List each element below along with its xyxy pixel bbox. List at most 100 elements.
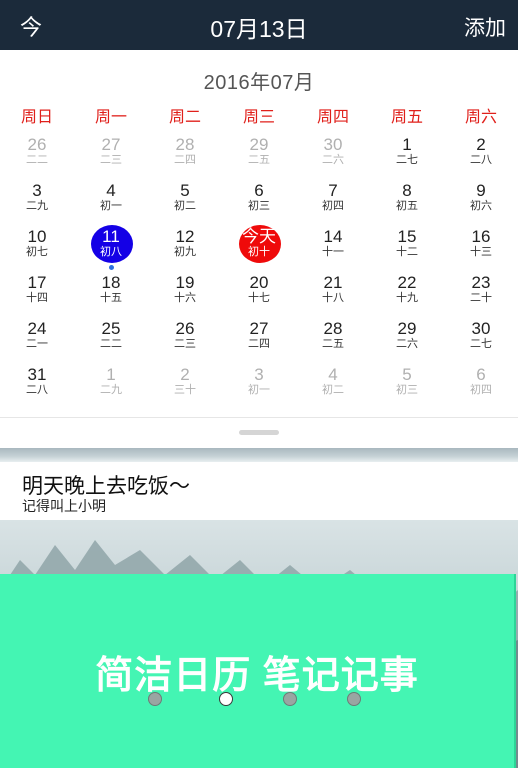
add-button[interactable]: 添加 <box>464 12 506 42</box>
calendar-day[interactable]: 22 十九 <box>370 270 444 316</box>
calendar-day[interactable]: 24 二一 <box>0 316 74 362</box>
day-number: 26 <box>27 135 47 154</box>
day-number: 12 <box>175 227 195 246</box>
lunar-date: 二五 <box>322 338 344 350</box>
calendar-day-today[interactable]: 今天 初十 <box>222 224 296 270</box>
background-image-strip <box>0 448 518 462</box>
lunar-date: 二七 <box>470 338 492 350</box>
calendar-day[interactable]: 14 十一 <box>296 224 370 270</box>
lunar-date: 十七 <box>248 292 270 304</box>
lunar-date: 二十 <box>470 292 492 304</box>
lunar-date: 初八 <box>100 246 122 258</box>
calendar-grid: 26 二二 27 二三 28 二四 29 二五 30 二六 1 二七 2 二八 3 二九 4 初一 5 初二 6 初三 7 初… <box>0 132 518 408</box>
lunar-date: 二六 <box>396 338 418 350</box>
calendar-week-row: 3 二九 4 初一 5 初二 6 初三 7 初四 8 初五 9 初六 <box>0 178 518 224</box>
calendar-day[interactable]: 15 十二 <box>370 224 444 270</box>
page-dot[interactable] <box>148 692 162 706</box>
calendar-day[interactable]: 16 十三 <box>444 224 518 270</box>
lunar-date: 二九 <box>100 384 122 396</box>
day-number: 30 <box>323 135 343 154</box>
day-number: 19 <box>175 273 195 292</box>
day-number: 22 <box>397 273 417 292</box>
calendar-day[interactable]: 2 三十 <box>148 362 222 408</box>
lunar-date: 初九 <box>174 246 196 258</box>
lunar-date: 十二 <box>396 246 418 258</box>
calendar-day[interactable]: 7 初四 <box>296 178 370 224</box>
calendar-day[interactable]: 23 二十 <box>444 270 518 316</box>
lunar-date: 二五 <box>248 154 270 166</box>
calendar-day[interactable]: 28 二五 <box>296 316 370 362</box>
day-number: 4 <box>106 181 116 200</box>
day-number: 8 <box>402 181 412 200</box>
calendar-day[interactable]: 29 二六 <box>370 316 444 362</box>
calendar-day[interactable]: 21 十八 <box>296 270 370 316</box>
day-number: 16 <box>471 227 491 246</box>
calendar-day[interactable]: 17 十四 <box>0 270 74 316</box>
lunar-date: 十八 <box>322 292 344 304</box>
lunar-date: 十五 <box>100 292 122 304</box>
calendar-day[interactable]: 4 初二 <box>296 362 370 408</box>
page-dot[interactable] <box>283 692 297 706</box>
date-title: 07月13日 <box>210 16 308 42</box>
weekday-label: 周二 <box>168 109 201 126</box>
calendar-day[interactable]: 30 二六 <box>296 132 370 178</box>
calendar-day[interactable]: 12 初九 <box>148 224 222 270</box>
calendar-day[interactable]: 2 二八 <box>444 132 518 178</box>
calendar-day[interactable]: 18 十五 <box>74 270 148 316</box>
calendar-day[interactable]: 6 初三 <box>222 178 296 224</box>
intro-banner: 简洁日历 笔记记事 <box>0 574 516 768</box>
note-subtitle: 记得叫上小明 <box>22 498 106 514</box>
day-number: 5 <box>180 181 190 200</box>
calendar-day[interactable]: 26 二三 <box>148 316 222 362</box>
calendar-day[interactable]: 6 初四 <box>444 362 518 408</box>
calendar-day-selected[interactable]: 11 初八 <box>74 224 148 270</box>
calendar-day[interactable]: 31 二八 <box>0 362 74 408</box>
lunar-date: 初四 <box>322 200 344 212</box>
calendar-day[interactable]: 19 十六 <box>148 270 222 316</box>
weekday-label: 周三 <box>242 109 275 126</box>
calendar-day[interactable]: 5 初二 <box>148 178 222 224</box>
day-number: 14 <box>323 227 343 246</box>
lunar-date: 二三 <box>174 338 196 350</box>
calendar-day[interactable]: 8 初五 <box>370 178 444 224</box>
calendar-day[interactable]: 27 二三 <box>74 132 148 178</box>
day-number: 25 <box>101 319 121 338</box>
calendar-day[interactable]: 3 初一 <box>222 362 296 408</box>
page-dot[interactable] <box>347 692 361 706</box>
lunar-date: 初五 <box>396 200 418 212</box>
calendar-day[interactable]: 4 初一 <box>74 178 148 224</box>
calendar-day[interactable]: 5 初三 <box>370 362 444 408</box>
note-item[interactable]: 明天晚上去吃饭～ 记得叫上小明 <box>0 462 518 520</box>
calendar-day[interactable]: 26 二二 <box>0 132 74 178</box>
calendar-day[interactable]: 3 二九 <box>0 178 74 224</box>
calendar-day[interactable]: 9 初六 <box>444 178 518 224</box>
drag-handle[interactable] <box>239 430 279 435</box>
calendar-day[interactable]: 20 十七 <box>222 270 296 316</box>
calendar-day[interactable]: 30 二七 <box>444 316 518 362</box>
day-number: 1 <box>106 365 116 384</box>
calendar-day[interactable]: 28 二四 <box>148 132 222 178</box>
page-dot-active[interactable] <box>219 692 233 706</box>
calendar-day[interactable]: 27 二四 <box>222 316 296 362</box>
day-number: 今天 <box>242 227 276 246</box>
calendar-week-row: 10 初七 11 初八 12 初九 今天 初十 14 十一 15 十二 16 十三 <box>0 224 518 270</box>
today-button[interactable]: 今 <box>20 10 42 42</box>
calendar-day[interactable]: 25 二二 <box>74 316 148 362</box>
weekday-label: 周一 <box>94 109 127 126</box>
calendar-day[interactable]: 1 二七 <box>370 132 444 178</box>
day-number: 17 <box>27 273 47 292</box>
lunar-date: 十六 <box>174 292 196 304</box>
day-number: 10 <box>27 227 47 246</box>
day-number: 18 <box>101 273 121 292</box>
weekday-label: 周五 <box>390 109 423 126</box>
day-number: 26 <box>175 319 195 338</box>
lunar-date: 二二 <box>100 338 122 350</box>
calendar-day[interactable]: 1 二九 <box>74 362 148 408</box>
day-number: 15 <box>397 227 417 246</box>
day-number: 3 <box>254 365 264 384</box>
lunar-date: 十三 <box>470 246 492 258</box>
day-number: 21 <box>323 273 343 292</box>
day-number: 28 <box>175 135 195 154</box>
calendar-day[interactable]: 29 二五 <box>222 132 296 178</box>
calendar-day[interactable]: 10 初七 <box>0 224 74 270</box>
